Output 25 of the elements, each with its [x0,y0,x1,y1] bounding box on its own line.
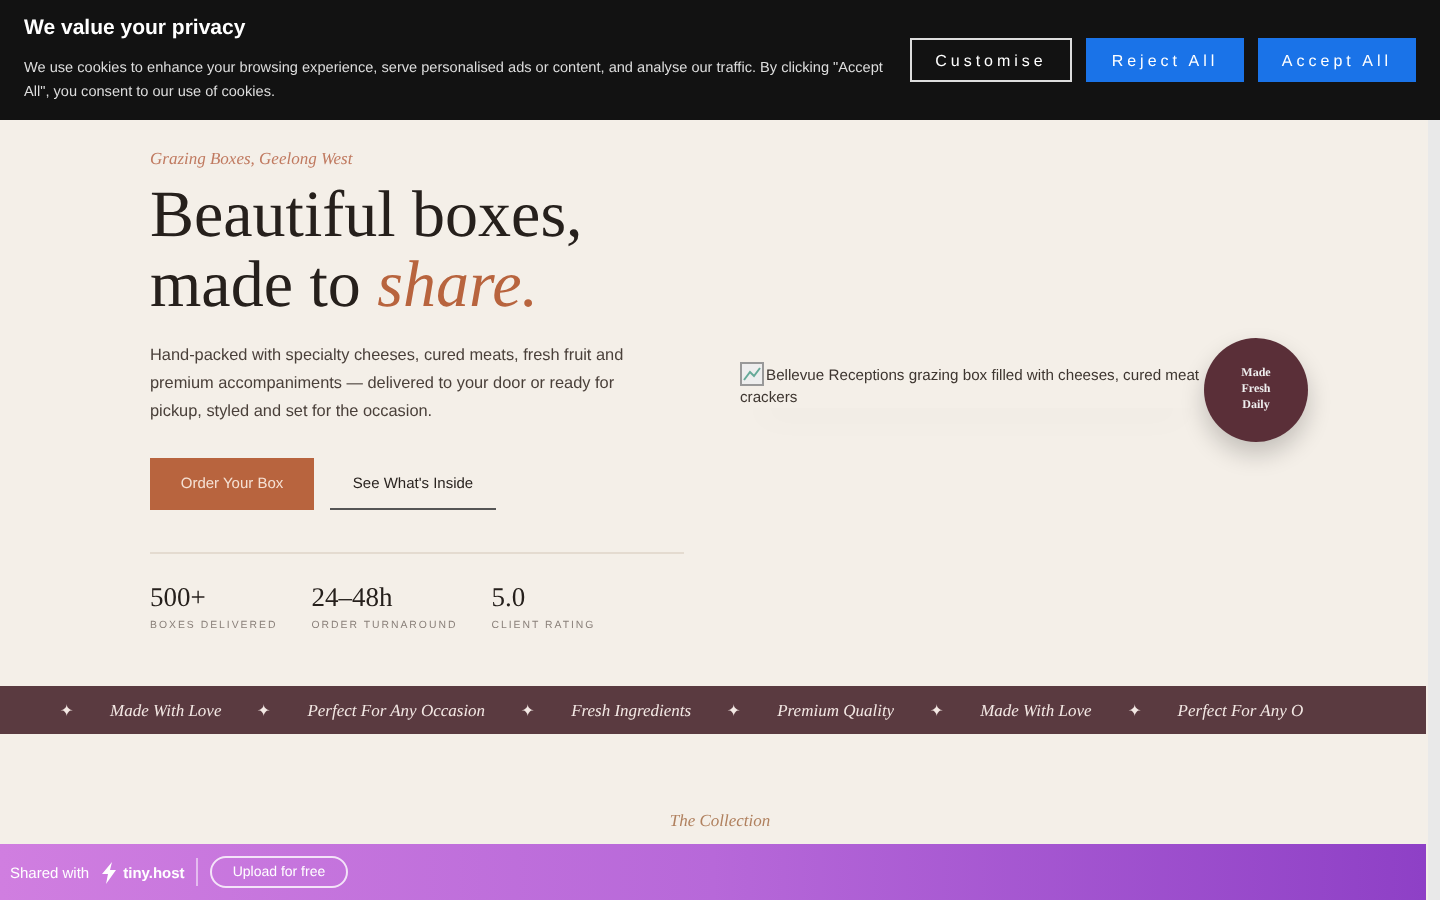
banner-title: We value your privacy [24,16,248,41]
star-icon: ✦ [521,701,536,719]
star-icon: ✦ [930,701,945,719]
stat-value: 24–48h [311,581,395,614]
marquee-text: Made With Love [980,700,1092,720]
section-eyebrow: The Collection [669,810,771,830]
marquee-text: Premium Quality [777,700,895,720]
broken-image-icon [740,362,764,386]
marquee-text: Made With Love [110,700,222,720]
bolt-icon [101,861,116,883]
marquee-text: Perfect For Any O [1177,700,1304,720]
star-icon: ✦ [60,701,74,719]
stat-value: 500+ [150,581,208,614]
star-icon: ✦ [1127,701,1142,719]
headline: Beautiful boxes, made to share. [150,182,585,322]
star-icon: ✦ [727,701,742,719]
marquee-text: Fresh Ingredients [571,700,692,720]
eyebrow-text: Grazing Boxes, Geelong West [150,148,355,168]
cookie-button[interactable]: Reject All [1086,38,1244,82]
cookie-button[interactable]: Accept All [1258,38,1416,82]
star-icon: ✦ [257,701,272,719]
stat-value: 5.0 [491,581,528,614]
description: Hand-packed with specialty cheeses, cured meats, fresh fruit and premium accompaniments — delivered to your door or ready for pickup, styled and set for the occasion. [150,343,626,424]
marquee-text: Perfect For Any Occasion [307,700,486,720]
cookie-button[interactable]: Customise [910,38,1072,82]
